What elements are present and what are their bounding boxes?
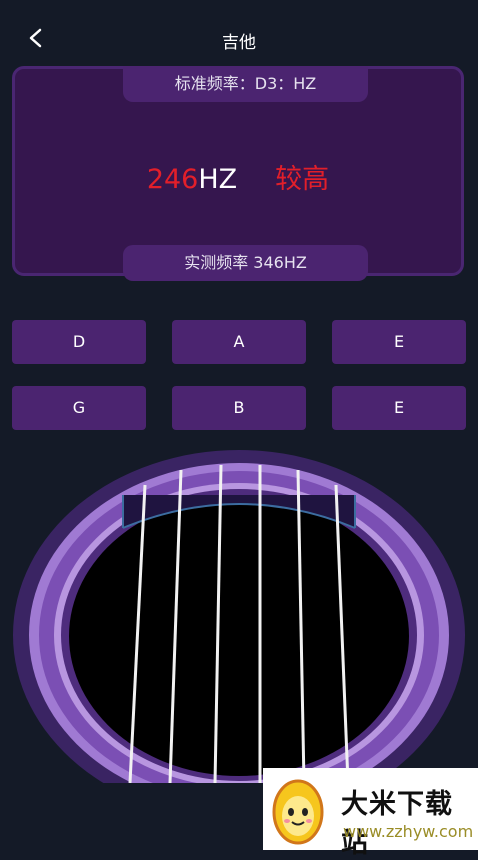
note-button-e-high[interactable]: E [332, 320, 466, 364]
watermark-logo-icon [272, 779, 324, 845]
note-button-d[interactable]: D [12, 320, 146, 364]
frequency-panel: 标准频率：D3：HZ 246HZ 较高 实测频率 346HZ [12, 66, 464, 281]
standard-frequency-label: 标准频率：D3：HZ [123, 66, 368, 102]
guitar-soundhole-icon [13, 450, 465, 783]
watermark-url: www.zzhyw.com [343, 822, 474, 841]
watermark-name: 大米下载站 [341, 789, 453, 859]
current-frequency-unit: HZ [198, 164, 238, 195]
current-frequency-readout: 246HZ 较高 [15, 157, 461, 196]
note-button-e-low[interactable]: E [332, 386, 466, 430]
current-frequency-value: 246 [146, 164, 199, 195]
measured-frequency-label: 实测频率 346HZ [123, 245, 368, 281]
watermark: 大米下载站 www.zzhyw.com [263, 768, 478, 859]
guitar-soundhole-graphic [0, 440, 478, 783]
note-button-a[interactable]: A [172, 320, 306, 364]
pitch-status: 较高 [275, 164, 330, 195]
note-button-b[interactable]: B [172, 386, 306, 430]
note-button-g[interactable]: G [12, 386, 146, 430]
page-title: 吉他 [222, 33, 256, 53]
